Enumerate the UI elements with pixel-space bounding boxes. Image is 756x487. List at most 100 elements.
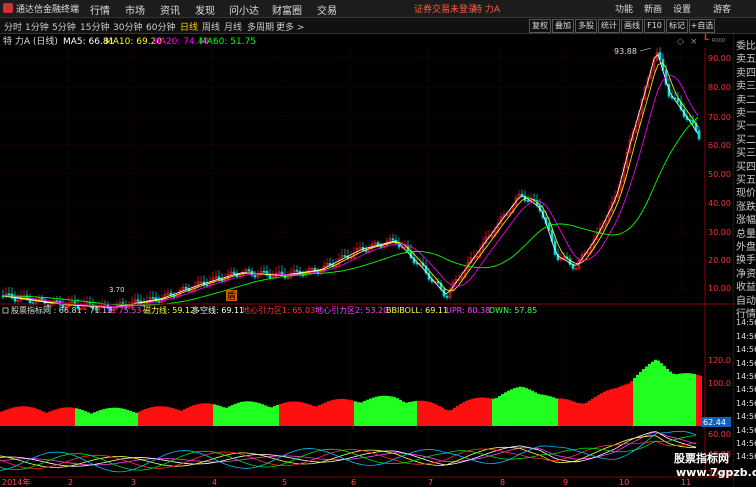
period-60min[interactable]: 60分钟 [146,20,175,33]
f10-button[interactable]: F10 [644,19,665,33]
histogram-bar [177,409,180,426]
collapse-icon[interactable]: ◇ [677,37,684,47]
menu-ask[interactable]: 问小达 [229,2,259,17]
period-daily[interactable]: 日线 [180,20,198,33]
histogram-bar [534,392,537,426]
histogram-bar [243,401,246,426]
histogram-bar [18,406,21,426]
histogram-bar [273,406,276,426]
histogram-bar [675,374,678,426]
login-status[interactable]: 证券交易未登录 [414,2,477,15]
price-axis-label: 40.00 [708,199,731,208]
histogram-bar [126,409,129,426]
draw-button[interactable]: 画线 [621,19,643,33]
histogram-bar [264,405,267,426]
histogram-bar [366,399,369,426]
histogram-bar [45,412,48,426]
histogram-bar [543,395,546,426]
histogram-bar [57,408,60,426]
menu-news[interactable]: 资讯 [160,2,180,17]
function-button[interactable]: 功能 [615,2,633,15]
period-15min[interactable]: 15分钟 [80,20,109,33]
histogram-bar [240,401,243,426]
histogram-bar [87,412,90,426]
histogram-bar [660,363,663,426]
menu-discover[interactable]: 发现 [195,2,215,17]
histogram-bar [90,413,93,426]
histogram-bar [345,399,348,426]
histogram-bar [72,407,75,426]
histogram-bar [114,407,117,426]
indicator-yl2: 地心引力区2: 53.20 [315,305,388,315]
adjust-button[interactable]: 复权 [529,19,551,33]
histogram-bar [564,399,567,426]
period-multi[interactable]: 多周期 [247,20,274,33]
news-button[interactable]: 新画 [644,2,662,15]
histogram-bar [387,395,390,426]
histogram-bar [426,401,429,426]
histogram-bar [285,402,288,426]
kline-chart[interactable]: 特 力A (日线) MA5: 66.81 MA10: 69.20 MA20: 7… [0,34,733,486]
histogram-bar [645,366,648,426]
mark-button[interactable]: 标记 [666,19,688,33]
menu-wealth[interactable]: 财富圈 [272,2,302,17]
histogram-bar [192,405,195,426]
period-1min[interactable]: 1分钟 [25,20,49,33]
ma-lines [1,53,699,308]
period-5min[interactable]: 5分钟 [52,20,76,33]
histogram-bar [321,403,324,426]
histogram-bar [573,401,576,426]
histogram-bar [342,398,345,426]
histogram-bar [456,405,459,426]
quote-sidebar: 委比 卖五 卖四 卖三 卖二 卖一 买一 买二 买三 买四 买五 现价 涨跌 涨幅 总量 外盘 换手 净资 收益 自动… [733,34,756,486]
period-monthly[interactable]: 月线 [224,20,242,33]
histogram-bar [363,401,366,426]
menu-market[interactable]: 市场 [125,2,145,17]
histogram-bar [525,388,528,426]
settings-button[interactable]: 设置 [673,2,691,15]
histogram-bar [663,365,666,426]
histogram-bar [489,398,492,426]
histogram-bar [369,398,372,426]
histogram-bar [540,394,543,426]
menu-trade[interactable]: 交易 [317,2,337,17]
histogram-bar [402,401,405,426]
histogram-bar [36,409,39,426]
right-sub-badge: R000 [712,38,725,44]
histogram-bar [135,412,138,426]
multi-stock-button[interactable]: 多股 [575,19,597,33]
guest-button[interactable]: 游客 [713,2,731,15]
sidebar-item: 14:56 [736,372,756,381]
histogram-bar [480,397,483,426]
histogram-bar [30,407,33,426]
period-minute[interactable]: 分时 [4,20,22,33]
histogram-bar [234,403,237,426]
period-more[interactable]: 更多 > [276,20,304,33]
overlay-button[interactable]: 叠加 [552,19,574,33]
histogram-bar [216,405,219,426]
histogram-bar [615,388,618,426]
close-icon[interactable]: × [690,37,698,47]
histogram-bar [249,401,252,426]
add-watchlist-button[interactable]: +自选 [689,19,715,33]
menu-quotes[interactable]: 行情 [90,2,110,17]
histogram-bar [141,410,144,426]
stats-button[interactable]: 统计 [598,19,620,33]
histogram-bar [261,404,264,426]
x-axis-label: 7 [428,478,433,486]
histogram-bar [0,411,3,426]
histogram-bar [33,408,36,426]
period-30min[interactable]: 30分钟 [113,20,142,33]
stock-title: 特 力A (日线) [3,35,58,47]
histogram-bar [324,402,327,426]
histogram-bar [330,400,333,426]
histogram-bar [360,402,363,426]
histogram-bar [411,401,414,426]
period-weekly[interactable]: 周线 [202,20,220,33]
candle-body [136,299,140,302]
histogram-bar [54,409,57,426]
sidebar-item: 14:56 [736,439,756,448]
histogram-bar [231,405,234,426]
candle-body [262,270,266,273]
histogram-bar [450,409,453,426]
